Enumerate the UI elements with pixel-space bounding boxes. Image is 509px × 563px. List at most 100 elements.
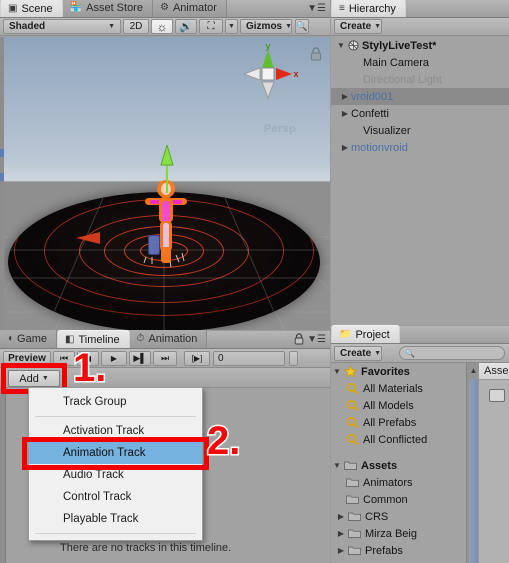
menu-item-track-group[interactable]: Track Group [29, 391, 202, 413]
scene-toolbar: Shaded ▼ 2D ☼ 🔊 ⛶ ▼ Gizmos ▼ 🔍 [0, 18, 330, 36]
project-content-pane[interactable]: Asse [479, 363, 509, 563]
tab-timeline-label: Timeline [78, 333, 120, 346]
hierarchy-item-motionvroid[interactable]: ▶ motionvroid [331, 139, 509, 156]
project-toolbar: Create ▼ 🔍 [331, 344, 509, 363]
menu-item-playable-track[interactable]: Playable Track [29, 508, 202, 530]
search-icon: 🔍 [296, 21, 308, 31]
gizmos-dropdown[interactable]: Gizmos ▼ [240, 19, 292, 34]
preview-label: Preview [8, 352, 46, 364]
project-scrollbar-thumb[interactable] [469, 379, 478, 563]
project-search-input[interactable]: 🔍 [399, 346, 505, 360]
twirl-none: ▶ [351, 75, 363, 84]
twirl-closed-icon[interactable]: ▶ [335, 512, 347, 521]
project-item-crs[interactable]: ▶ CRS [331, 508, 466, 525]
project-item-favorites[interactable]: ▼ Favorites [331, 363, 466, 380]
project-item-mirza-beig[interactable]: ▶ Mirza Beig [331, 525, 466, 542]
folder-icon: 📁 [339, 328, 352, 340]
scene-search-button[interactable]: 🔍 [295, 19, 309, 34]
menu-item-audio-track[interactable]: Audio Track [29, 464, 202, 486]
twirl-closed-icon[interactable]: ▶ [335, 529, 347, 538]
hierarchy-list[interactable]: ▼ StylyLiveTest* ▶ Main Camera ▶ Directi… [331, 37, 509, 325]
padlock-icon[interactable] [294, 333, 304, 345]
timeline-overflow-button[interactable] [289, 350, 298, 366]
project-create-dropdown[interactable]: Create ▼ [334, 345, 382, 361]
twirl-open-icon[interactable]: ▼ [335, 41, 347, 50]
tab-animator-label: Animator [172, 2, 217, 14]
hierarchy-item-stylylivetest[interactable]: ▼ StylyLiveTest* [331, 37, 509, 54]
project-item-assets[interactable]: ▼ Assets [331, 457, 466, 474]
project-scrollbar[interactable]: ▲ [466, 363, 479, 563]
hierarchy-item-label: Main Camera [363, 56, 430, 69]
tab-project-label: Project [355, 328, 390, 341]
project-item-all-prefabs[interactable]: All Prefabs [331, 414, 466, 431]
scene-options-icon[interactable]: ▼☰ [307, 4, 330, 17]
add-track-button[interactable]: Add ▼ [8, 370, 60, 387]
scene-fx-dropdown[interactable]: ▼ [225, 19, 238, 34]
add-track-menu[interactable]: Track Group Activation Track Animation T… [28, 387, 203, 541]
tab-scene[interactable]: ▣ Scene [0, 0, 63, 17]
twirl-closed-icon[interactable]: ▶ [339, 92, 351, 101]
tab-animation[interactable]: ⏱ Animation [129, 330, 208, 348]
scene-viewport[interactable]: Persp y x [0, 37, 330, 330]
tab-project[interactable]: 📁 Project [331, 325, 400, 343]
tab-game[interactable]: ◖ Game [0, 330, 58, 348]
scene-fx-button[interactable]: ⛶ [199, 19, 223, 34]
animator-icon: ⚙ [159, 2, 169, 13]
hierarchy-item-directional-light[interactable]: ▶ Directional Light [331, 71, 509, 88]
twirl-closed-icon[interactable]: ▶ [339, 109, 351, 118]
menu-item-control-track[interactable]: Control Track [29, 486, 202, 508]
project-item-label: All Materials [363, 382, 423, 395]
menu-item-animation-track[interactable]: Animation Track [29, 442, 202, 464]
play-range-icon: [▶] [191, 353, 203, 363]
hierarchy-item-label: motionvroid [351, 141, 408, 154]
hierarchy-item-visualizer[interactable]: ▶ Visualizer [331, 122, 509, 139]
project-item-all-models[interactable]: All Models [331, 397, 466, 414]
image-icon: ⛶ [207, 21, 215, 32]
project-item-all-materials[interactable]: All Materials [331, 380, 466, 397]
breadcrumb-label: Asse [484, 365, 509, 377]
project-item-label: All Conflicted [363, 433, 428, 446]
project-tree[interactable]: ▼ Favorites All Materials All Models All… [331, 363, 466, 563]
hierarchy-item-main-camera[interactable]: ▶ Main Camera [331, 54, 509, 71]
next-frame-button[interactable]: ▶▌ [129, 350, 151, 366]
hierarchy-item-confetti[interactable]: ▶ Confetti [331, 105, 509, 122]
scene-lighting-toggle[interactable]: ☼ [151, 19, 173, 34]
project-item-animators[interactable]: Animators [331, 474, 466, 491]
twirl-closed-icon[interactable]: ▶ [339, 143, 351, 152]
frame-value: 0 [218, 352, 224, 364]
hierarchy-panel: ≡ Hierarchy Create ▼ ▼ StylyLiveTest* Ma… [331, 0, 509, 325]
preview-button[interactable]: Preview [3, 350, 51, 366]
tab-hierarchy-label: Hierarchy [348, 2, 396, 15]
project-item-all-conflicted[interactable]: All Conflicted [331, 431, 466, 448]
project-item-prefabs[interactable]: ▶ Prefabs [331, 542, 466, 559]
menu-item-activation-track[interactable]: Activation Track [29, 420, 202, 442]
timeline-empty-message: There are no tracks in this timeline. [60, 542, 232, 554]
search-icon [345, 416, 359, 429]
project-tabbar: 📁 Project [331, 325, 509, 344]
first-frame-button[interactable]: ⏮ [53, 350, 75, 366]
transform-gizmo-y-axis[interactable] [160, 145, 174, 193]
frame-input[interactable]: 0 [213, 350, 285, 366]
twirl-closed-icon[interactable]: ▶ [335, 546, 347, 555]
twirl-open-icon[interactable]: ▼ [331, 461, 343, 470]
padlock-icon[interactable] [310, 47, 322, 61]
project-item-common[interactable]: Common [331, 491, 466, 508]
tab-hierarchy[interactable]: ≡ Hierarchy [331, 0, 406, 17]
scene-orientation-gizmo[interactable]: y x [236, 42, 300, 106]
tab-asset-store[interactable]: 🏪 Asset Store [62, 0, 153, 17]
hierarchy-item-vroid001[interactable]: ▶ vroid001 [331, 88, 509, 105]
toggle-2d-button[interactable]: 2D [123, 19, 149, 34]
asset-thumbnail[interactable] [489, 389, 505, 402]
scene-audio-toggle[interactable]: 🔊 [175, 19, 197, 34]
hamburger-icon[interactable]: ▼☰ [307, 335, 330, 348]
hierarchy-create-dropdown[interactable]: Create ▼ [334, 19, 382, 34]
timeline-left-strip [0, 388, 6, 563]
play-range-button[interactable]: [▶] [184, 350, 210, 366]
sun-icon: ☼ [156, 19, 168, 34]
last-frame-button[interactable]: ⏭ [153, 350, 177, 366]
project-breadcrumb[interactable]: Asse [479, 363, 509, 380]
project-item-label: Favorites [361, 365, 410, 378]
shading-mode-dropdown[interactable]: Shaded ▼ [3, 19, 121, 34]
tab-animator[interactable]: ⚙ Animator [152, 0, 227, 17]
twirl-open-icon[interactable]: ▼ [331, 367, 343, 376]
